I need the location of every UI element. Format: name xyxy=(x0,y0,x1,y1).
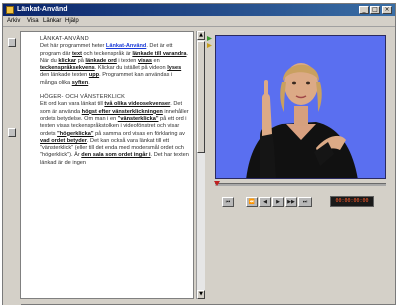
title-bar[interactable]: Länkat-Använd _ □ × xyxy=(3,4,395,16)
minimize-button[interactable]: _ xyxy=(359,6,369,14)
heading-lankat-anvand: LÄNKAT-ANVÄND xyxy=(40,36,89,42)
fast-rewind-button[interactable]: ⏪ xyxy=(246,197,258,207)
text-link[interactable]: Länkat-Använd xyxy=(106,43,146,49)
linked-word[interactable]: klickar xyxy=(58,58,76,64)
document-text: LÄNKAT-ANVÄND Det här programmet heter L… xyxy=(40,36,190,167)
text-run: . Klickar du istället på videon xyxy=(94,65,168,72)
menu-bar: Arkiv Visa Länkar Hjälp xyxy=(3,16,395,27)
text-run: . xyxy=(88,79,90,86)
text-run: den länkade texten xyxy=(40,72,89,79)
linked-word[interactable]: text xyxy=(72,51,82,57)
linked-word[interactable]: visas xyxy=(138,58,152,64)
linked-word[interactable]: upp xyxy=(89,72,99,78)
fast-forward-button[interactable]: ▶▶ xyxy=(285,197,297,207)
menu-hjalp[interactable]: Hjälp xyxy=(65,16,79,26)
linked-word[interactable]: syften xyxy=(72,80,88,86)
menu-lankar[interactable]: Länkar xyxy=(43,16,61,26)
play-button[interactable]: ▶ xyxy=(272,197,284,207)
link-marker-icon-2 xyxy=(207,43,212,48)
text-run: på samma ord visas en förklaring av xyxy=(93,130,185,137)
close-button[interactable]: × xyxy=(382,6,392,14)
linked-word[interactable]: den sala som ordet ingår i xyxy=(81,152,150,158)
click-paragraph: Ett ord kan vara länkat till två olika v… xyxy=(40,101,190,167)
linked-word[interactable]: länkade ord xyxy=(85,58,116,64)
step-back-button[interactable]: ◀ xyxy=(259,197,271,207)
linked-word[interactable]: länkade till varandra xyxy=(132,51,186,57)
window-title: Länkat-Använd xyxy=(17,6,68,13)
app-icon xyxy=(6,6,14,14)
scroll-down-arrow[interactable]: ▼ xyxy=(197,290,205,299)
intro-paragraph: Det här programmet heter Länkat-Använd . … xyxy=(40,43,190,87)
linked-word[interactable]: lyses xyxy=(167,65,181,71)
menu-arkiv[interactable]: Arkiv xyxy=(7,16,20,26)
text-scrollbar[interactable]: ▲ ▼ xyxy=(196,31,205,299)
video-seek-bar[interactable] xyxy=(214,181,386,186)
toolbar-toggle-top[interactable] xyxy=(8,38,16,47)
timecode-display: 00:00:00:00 xyxy=(330,196,374,207)
linked-word[interactable]: högst efter vänsterklickningen xyxy=(82,109,163,115)
signing-person-image xyxy=(216,36,385,178)
seek-knob[interactable] xyxy=(214,181,220,186)
skip-to-end-button[interactable]: ⏭ xyxy=(298,197,312,207)
link-marker-icon xyxy=(207,36,212,41)
menu-visa[interactable]: Visa xyxy=(27,16,39,26)
toolbar-toggle-bottom[interactable] xyxy=(8,128,16,137)
linked-word[interactable]: "högerklicka" xyxy=(57,131,93,137)
linked-word[interactable]: teckenspråksekvens xyxy=(40,65,95,71)
text-run: i texten xyxy=(116,57,138,64)
text-run: en xyxy=(151,57,160,64)
maximize-button[interactable]: □ xyxy=(370,6,380,14)
rewind-to-start-button[interactable]: ⏮ xyxy=(222,197,234,207)
text-run: och teckenspråk är xyxy=(81,50,133,57)
linked-word[interactable]: vad ordet betyder xyxy=(40,138,87,144)
scroll-up-arrow[interactable]: ▲ xyxy=(197,31,205,40)
text-panel[interactable]: LÄNKAT-ANVÄND Det här programmet heter L… xyxy=(20,31,194,299)
linked-word[interactable]: två olika videosekvenser xyxy=(104,101,170,107)
linked-word[interactable]: "vänsterklicka" xyxy=(118,116,159,122)
text-run: Ett ord kan vara länkat till xyxy=(40,101,105,108)
video-panel[interactable] xyxy=(215,35,386,179)
left-toolbar xyxy=(3,27,21,305)
scroll-thumb[interactable] xyxy=(197,41,205,153)
text-run: Det här programmet heter xyxy=(40,43,106,50)
